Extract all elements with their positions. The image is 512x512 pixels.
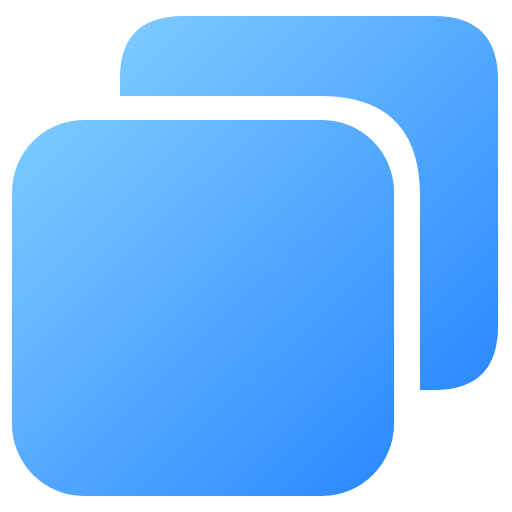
front-square <box>12 120 394 496</box>
copy-icon <box>0 0 512 512</box>
copy-icon-graphic <box>0 16 498 508</box>
